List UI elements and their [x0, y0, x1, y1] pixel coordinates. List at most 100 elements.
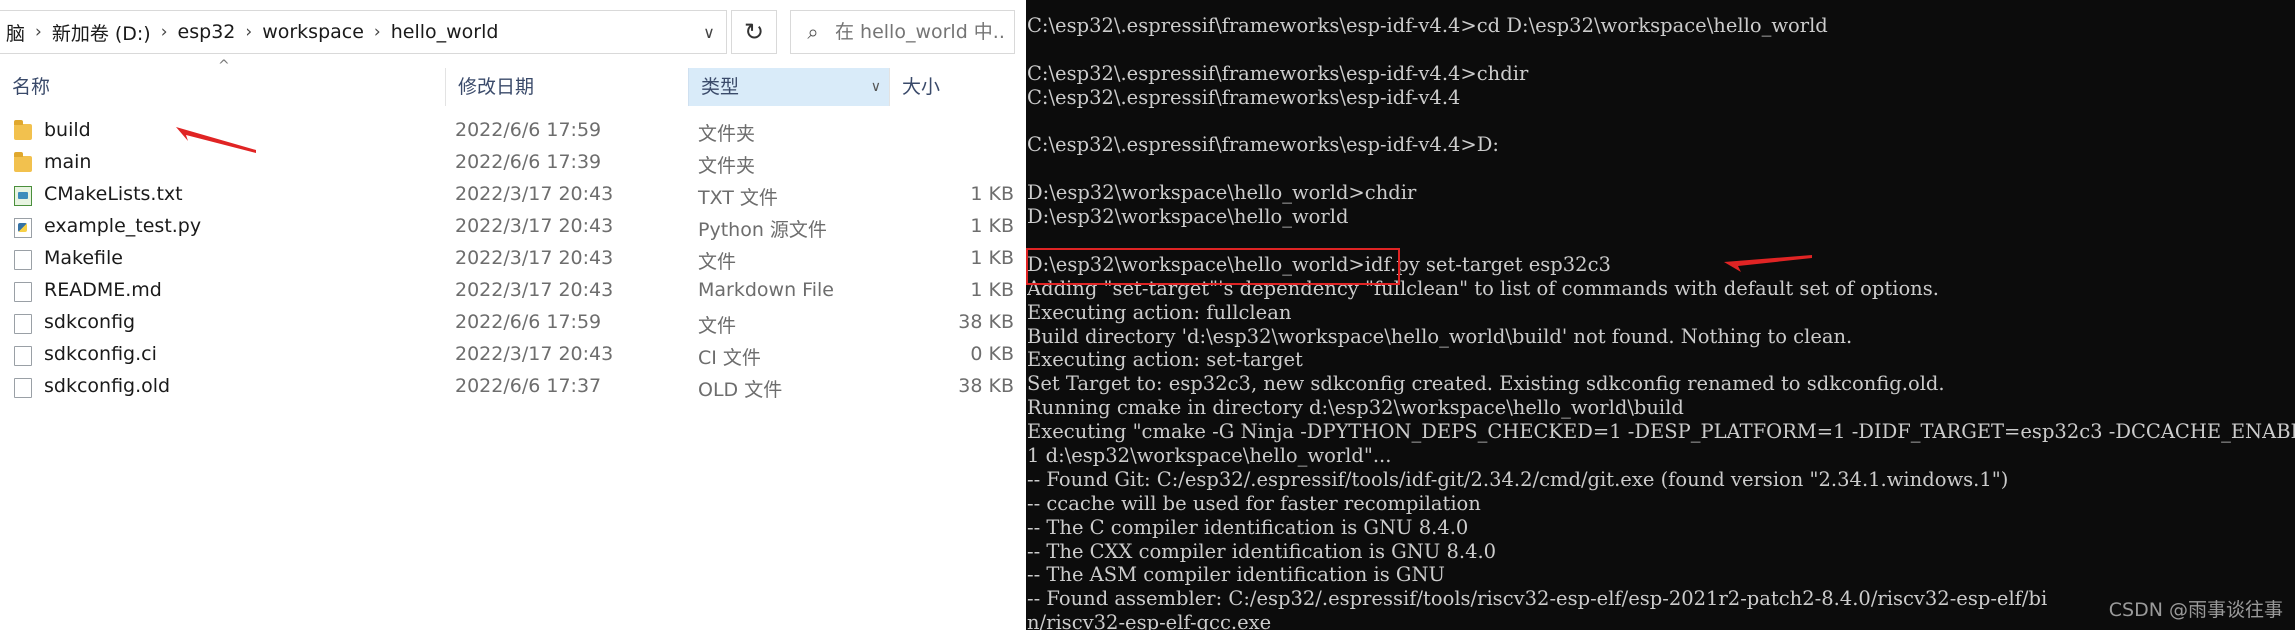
- cmake-file-icon: [14, 186, 32, 206]
- file-date: 2022/3/17 20:43: [455, 247, 614, 269]
- console-line: -- The ASM compiler identification is GN…: [1027, 563, 1445, 587]
- search-icon: ⌕: [807, 20, 819, 44]
- file-row[interactable]: sdkconfig.ci 2022/3/17 20:43 CI 文件 0 KB: [0, 339, 1026, 371]
- chevron-right-icon[interactable]: ›: [241, 22, 256, 42]
- console-window[interactable]: C:\esp32\.espressif\frameworks\esp-idf-v…: [1026, 0, 2295, 630]
- chevron-down-icon[interactable]: ∨: [692, 11, 726, 53]
- file-row[interactable]: README.md 2022/3/17 20:43 Markdown File 1 K…: [0, 275, 1026, 307]
- console-line: Set Target to: esp32c3, new sdkconfig cr…: [1027, 372, 1945, 396]
- file-icon: [14, 314, 32, 334]
- console-line: C:\esp32\.espressif\frameworks\esp-idf-v…: [1027, 85, 1461, 109]
- console-line: -- Found assembler: C:/esp32/.espressif/…: [1027, 587, 2048, 611]
- file-name[interactable]: sdkconfig: [44, 311, 135, 333]
- console-line: C:\esp32\.espressif\frameworks\esp-idf-v…: [1027, 133, 1499, 157]
- file-explorer-window: 脑 › 新加卷 (D:) › esp32 › workspace › hello…: [0, 0, 1026, 630]
- file-size: 38 KB: [958, 375, 1014, 397]
- search-box[interactable]: ⌕: [790, 10, 1015, 54]
- breadcrumb-root[interactable]: 脑: [0, 19, 31, 46]
- file-date: 2022/3/17 20:43: [455, 343, 614, 365]
- chevron-right-icon[interactable]: ›: [31, 22, 46, 42]
- file-type: 文件: [698, 315, 737, 337]
- file-name[interactable]: CMakeLists.txt: [44, 183, 183, 205]
- console-output: C:\esp32\.espressif\frameworks\esp-idf-v…: [1027, 14, 2295, 630]
- file-type: 文件夹: [698, 123, 756, 145]
- console-line: C:\esp32\.espressif\frameworks\esp-idf-v…: [1027, 14, 1828, 37]
- file-type: Python 源文件: [698, 219, 827, 241]
- breadcrumb-hello-world[interactable]: hello_world: [385, 21, 505, 43]
- console-line: D:\esp32\workspace\hello_world: [1027, 205, 1349, 229]
- file-size: 1 KB: [970, 247, 1014, 269]
- file-row[interactable]: main 2022/6/6 17:39 文件夹: [0, 147, 1026, 179]
- file-date: 2022/6/6 17:39: [455, 151, 602, 173]
- console-line: Executing action: set-target: [1027, 348, 1303, 372]
- file-row[interactable]: build 2022/6/6 17:59 文件夹: [0, 115, 1026, 147]
- file-row[interactable]: sdkconfig 2022/6/6 17:59 文件 38 KB: [0, 307, 1026, 339]
- console-line: n/riscv32-esp-elf-gcc.exe: [1027, 611, 1272, 630]
- column-header-date[interactable]: 修改日期: [445, 68, 688, 106]
- file-size: 38 KB: [958, 311, 1014, 333]
- file-type: CI 文件: [698, 347, 761, 369]
- console-line: C:\esp32\.espressif\frameworks\esp-idf-v…: [1027, 61, 1529, 85]
- breadcrumb-drive[interactable]: 新加卷 (D:): [46, 19, 157, 46]
- console-line: Executing action: fullclean: [1027, 300, 1292, 324]
- address-bar[interactable]: 脑 › 新加卷 (D:) › esp32 › workspace › hello…: [0, 10, 727, 54]
- column-header-name[interactable]: 名称: [0, 68, 445, 106]
- refresh-icon: ↻: [743, 18, 765, 46]
- file-icon: [14, 250, 32, 270]
- file-icon: [14, 282, 32, 302]
- file-name[interactable]: sdkconfig.ci: [44, 343, 157, 365]
- refresh-button[interactable]: ↻: [731, 10, 777, 54]
- console-line: D:\esp32\workspace\hello_world>chdir: [1027, 181, 1417, 205]
- file-type: 文件: [698, 251, 737, 273]
- file-date: 2022/3/17 20:43: [455, 279, 614, 301]
- file-name[interactable]: README.md: [44, 279, 162, 301]
- chevron-right-icon[interactable]: ›: [370, 22, 385, 42]
- file-date: 2022/3/17 20:43: [455, 183, 614, 205]
- file-type: TXT 文件: [698, 187, 778, 209]
- breadcrumb-workspace[interactable]: workspace: [256, 21, 370, 43]
- console-line: -- ccache will be used for faster recomp…: [1027, 491, 1481, 515]
- column-header-type[interactable]: 类型 ∨: [688, 68, 889, 106]
- folder-icon: [14, 152, 32, 172]
- file-type: 文件夹: [698, 155, 756, 177]
- console-line: Running cmake in directory d:\esp32\work…: [1027, 396, 1684, 420]
- file-row[interactable]: CMakeLists.txt 2022/3/17 20:43 TXT 文件 1 KB: [0, 179, 1026, 211]
- file-row[interactable]: Makefile 2022/3/17 20:43 文件 1 KB: [0, 243, 1026, 275]
- file-size: 0 KB: [970, 343, 1014, 365]
- chevron-right-icon[interactable]: ›: [157, 22, 172, 42]
- console-line: Build directory 'd:\esp32\workspace\hell…: [1027, 324, 1853, 348]
- file-icon: [14, 346, 32, 366]
- file-type: OLD 文件: [698, 379, 783, 401]
- column-header-size[interactable]: 大小: [889, 68, 1026, 106]
- file-date: 2022/6/6 17:59: [455, 311, 602, 333]
- file-name[interactable]: build: [44, 119, 91, 141]
- file-list: build 2022/6/6 17:59 文件夹 main 2022/6/6 17:39…: [0, 115, 1026, 403]
- file-row[interactable]: sdkconfig.old 2022/6/6 17:37 OLD 文件 38 KB: [0, 371, 1026, 403]
- highlight-box-annotation: [1026, 248, 1400, 285]
- chevron-down-icon[interactable]: ∨: [871, 68, 881, 106]
- console-line: -- Found Git: C:/esp32/.espressif/tools/…: [1027, 467, 2009, 491]
- column-header-type-label: 类型: [701, 76, 740, 98]
- console-line: -- The CXX compiler identification is GN…: [1027, 539, 1497, 563]
- file-date: 2022/6/6 17:59: [455, 119, 602, 141]
- breadcrumb-esp32[interactable]: esp32: [172, 21, 242, 43]
- file-name[interactable]: example_test.py: [44, 215, 201, 237]
- file-name[interactable]: main: [44, 151, 91, 173]
- console-line: 1 d:\esp32\workspace\hello_world"...: [1027, 444, 1392, 468]
- search-input[interactable]: [835, 21, 1005, 43]
- file-date: 2022/3/17 20:43: [455, 215, 614, 237]
- console-line: -- The C compiler identification is GNU …: [1027, 515, 1469, 539]
- file-icon: [14, 378, 32, 398]
- file-type: Markdown File: [698, 279, 834, 301]
- file-size: 1 KB: [970, 183, 1014, 205]
- folder-icon: [14, 120, 32, 140]
- file-name[interactable]: sdkconfig.old: [44, 375, 170, 397]
- file-row[interactable]: example_test.py 2022/3/17 20:43 Python 源文件…: [0, 211, 1026, 243]
- file-size: 1 KB: [970, 215, 1014, 237]
- file-name[interactable]: Makefile: [44, 247, 123, 269]
- column-headers: 名称 修改日期 类型 ∨ 大小: [0, 68, 1026, 106]
- watermark: CSDN @雨事谈往事: [2108, 599, 2283, 621]
